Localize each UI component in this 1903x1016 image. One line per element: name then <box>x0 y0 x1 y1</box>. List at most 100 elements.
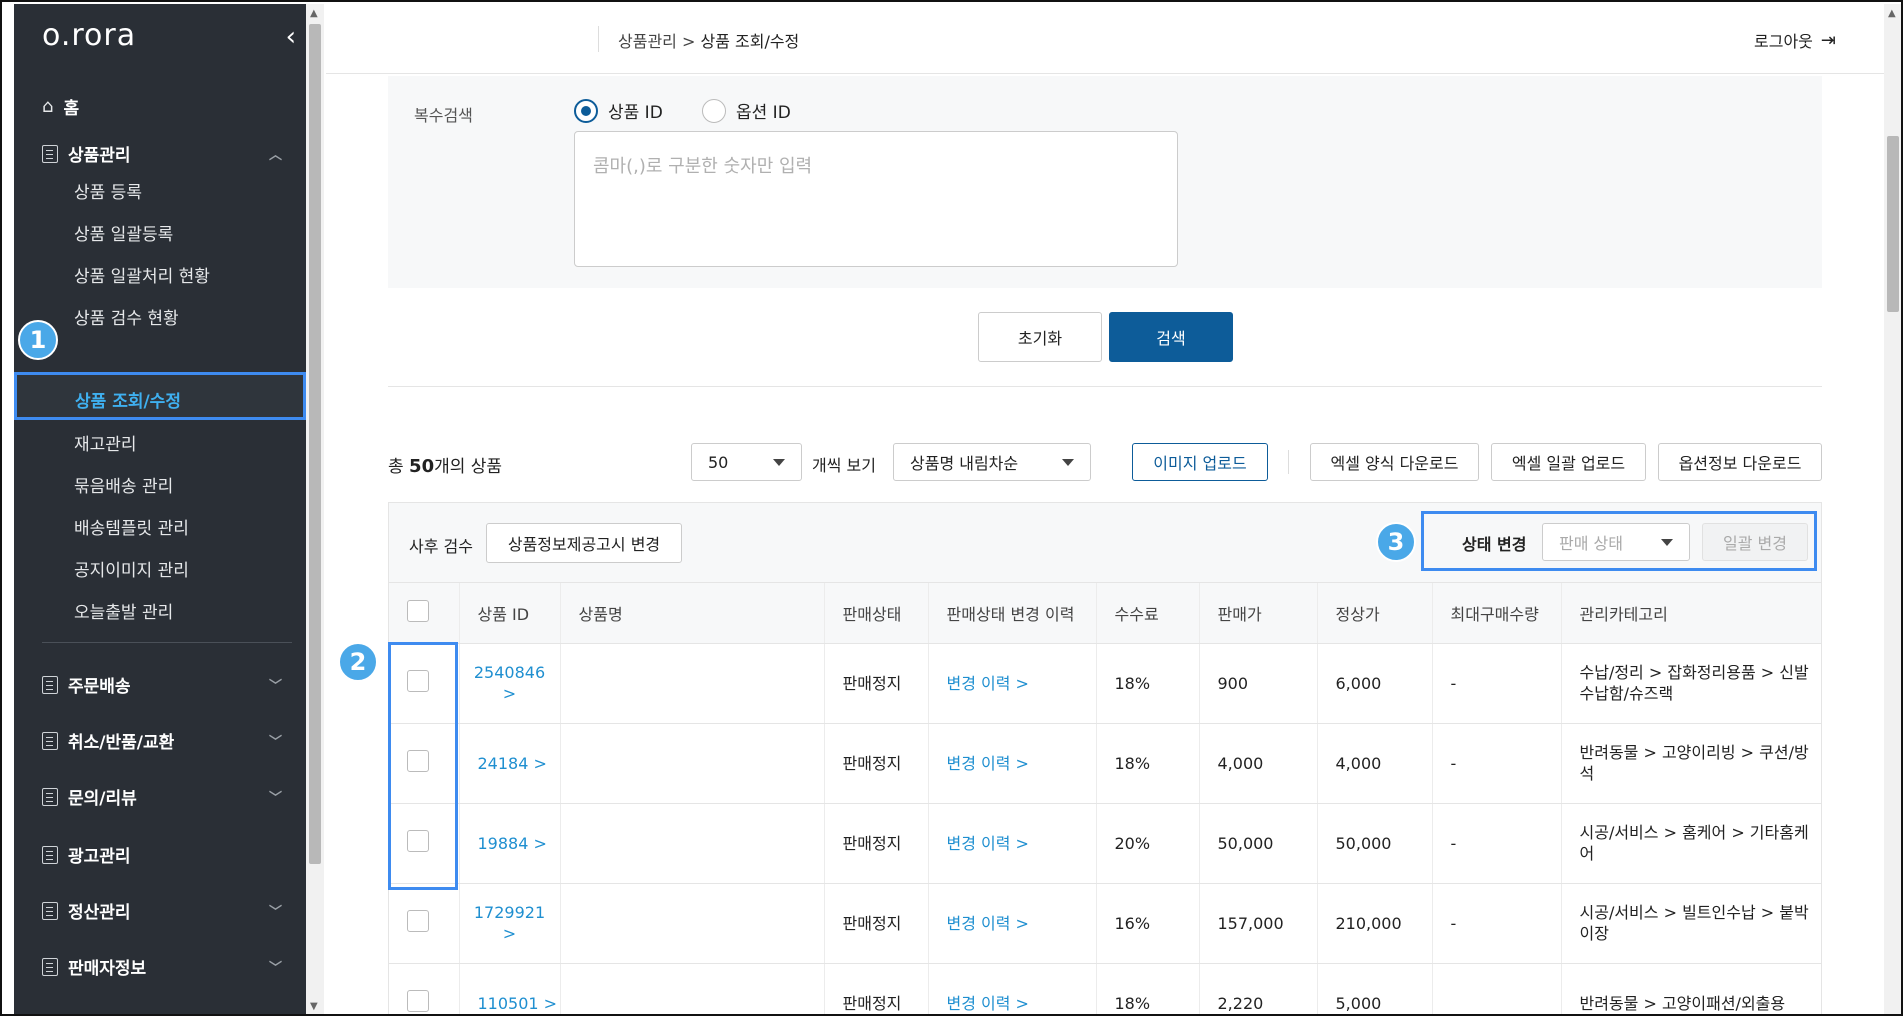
list-price-cell: 210,000 <box>1317 883 1433 964</box>
row-checkbox[interactable] <box>407 909 429 932</box>
sub-item-bulk-register[interactable]: 상품 일괄등록 <box>74 220 173 245</box>
nav-product-mgmt-label: 상품관리 <box>68 146 131 166</box>
radio-unchecked-icon <box>702 98 726 123</box>
per-page-select[interactable]: 50 <box>691 443 802 481</box>
status-history-link[interactable]: 변경 이력 > <box>947 754 1029 773</box>
select-all-checkbox[interactable] <box>407 599 429 622</box>
reset-button[interactable]: 초기화 <box>978 312 1102 362</box>
product-id-link[interactable]: 24184 > <box>478 754 547 773</box>
sub-item-shipping-template[interactable]: 배송템플릿 관리 <box>74 514 189 539</box>
list-price-cell: 4,000 <box>1317 723 1433 804</box>
col-header-max-qty: 최대구매수량 <box>1432 583 1562 644</box>
row-checkbox-cell <box>389 963 460 1014</box>
total-suffix: 개의 상품 <box>434 457 503 477</box>
home-icon: ⌂ <box>42 96 54 117</box>
product-id-link[interactable]: 19884 > <box>478 834 547 853</box>
sub-item-today-ship[interactable]: 오늘출발 관리 <box>74 598 173 623</box>
col-header-product-name: 상품명 <box>560 583 825 644</box>
sidebar-scrollbar[interactable]: ▲ ▼ <box>306 4 324 1014</box>
sub-item-product-search-edit[interactable]: 상품 조회/수정 <box>14 372 306 420</box>
nav-order-shipping[interactable]: 주문배송 ﹀ <box>42 672 282 697</box>
sub-item-inventory[interactable]: 재고관리 <box>74 430 137 455</box>
product-id-chevron[interactable]: > <box>503 684 516 703</box>
caret-down-icon <box>1661 538 1673 546</box>
chevron-down-icon: ﹀ <box>268 679 282 694</box>
product-name-cell <box>560 723 825 804</box>
scroll-up-icon[interactable]: ▲ <box>1888 8 1896 19</box>
image-upload-button[interactable]: 이미지 업로드 <box>1132 443 1268 481</box>
nav-section-label: 취소/반품/교환 <box>68 733 175 753</box>
excel-form-download-button[interactable]: 엑셀 양식 다운로드 <box>1310 443 1479 481</box>
bulk-change-button[interactable]: 일괄 변경 <box>1702 523 1808 561</box>
product-id-cell: 1729921 > <box>459 883 561 964</box>
per-page-value: 50 <box>708 452 729 472</box>
toolbar-divider <box>1288 450 1289 474</box>
list-price-cell: 5,000 <box>1317 963 1433 1014</box>
breadcrumb-parent[interactable]: 상품관리 <box>618 32 677 51</box>
nav-product-mgmt[interactable]: 상품관리 ︿ <box>42 141 282 166</box>
row-checkbox[interactable] <box>407 989 429 1012</box>
sub-item-bundle-shipping[interactable]: 묶음배송 관리 <box>74 472 173 497</box>
nav-ad-mgmt[interactable]: 광고관리 <box>42 842 282 867</box>
nav-cancel-return[interactable]: 취소/반품/교환 ﹀ <box>42 728 282 753</box>
status-history-cell: 변경 이력 > <box>928 723 1097 804</box>
scroll-down-icon[interactable]: ▼ <box>310 1001 318 1012</box>
logo: o.rora <box>42 18 137 53</box>
product-name-cell <box>560 883 825 964</box>
product-id-chevron[interactable]: > <box>503 924 516 943</box>
main-scrollbar[interactable]: ▲ <box>1884 4 1901 1014</box>
status-history-link[interactable]: 변경 이력 > <box>947 674 1029 693</box>
notice-change-button[interactable]: 상품정보제공고시 변경 <box>486 523 682 563</box>
nav-home[interactable]: ⌂ 홈 <box>42 94 282 119</box>
nav-settlement[interactable]: 정산관리 ﹀ <box>42 898 282 923</box>
nav-inquiry-review[interactable]: 문의/리뷰 ﹀ <box>42 784 282 809</box>
category-cell: 시공/서비스 > 홈케어 > 기타홈케어 <box>1561 803 1821 884</box>
price-cell: 4,000 <box>1199 723 1318 804</box>
sidebar-divider <box>42 642 292 643</box>
multi-search-label: 복수검색 <box>414 106 473 125</box>
multi-id-input[interactable] <box>574 131 1178 267</box>
app-window: o.rora ‹ ⌂ 홈 상품관리 ︿ 상품 등록 상품 일괄등록 상품 일괄처… <box>0 0 1903 1016</box>
status-history-cell: 변경 이력 > <box>928 963 1097 1014</box>
nav-section-label: 정산관리 <box>68 903 131 923</box>
logout-button[interactable]: 로그아웃 ⇥ <box>1754 28 1836 52</box>
sidebar-scroll-thumb[interactable] <box>309 24 321 864</box>
sub-item-review-status[interactable]: 상품 검수 현황 <box>74 304 179 329</box>
radio-product-id[interactable]: 상품 ID <box>574 98 663 123</box>
sale-status-cell: 판매정지 <box>824 883 929 964</box>
product-id-cell: 19884 > <box>459 803 561 884</box>
table-row: 24184 > 판매정지 변경 이력 > 18% 4,000 4,000 - 반… <box>389 723 1821 804</box>
sub-item-notice-image[interactable]: 공지이미지 관리 <box>74 556 189 581</box>
breadcrumb-divider <box>598 26 599 52</box>
search-button[interactable]: 검색 <box>1109 312 1233 362</box>
sub-item-bulk-status[interactable]: 상품 일괄처리 현황 <box>74 262 210 287</box>
document-icon <box>42 787 58 806</box>
sort-select[interactable]: 상품명 내림차순 <box>893 443 1091 481</box>
status-change-label: 상태 변경 <box>1462 535 1527 554</box>
chevron-down-icon: ﹀ <box>268 791 282 806</box>
collapse-sidebar-icon[interactable]: ‹ <box>286 22 296 52</box>
table-row: 19884 > 판매정지 변경 이력 > 20% 50,000 50,000 -… <box>389 803 1821 884</box>
scroll-up-icon[interactable]: ▲ <box>310 8 318 19</box>
excel-bulk-upload-button[interactable]: 엑셀 일괄 업로드 <box>1491 443 1646 481</box>
document-icon <box>42 731 58 750</box>
sale-status-select[interactable]: 판매 상태 <box>1542 523 1690 561</box>
product-id-link[interactable]: 2540846 <box>474 663 545 682</box>
main-scroll-thumb[interactable] <box>1887 136 1899 312</box>
category-cell: 반려동물 > 고양이리빙 > 쿠션/방석 <box>1561 723 1821 804</box>
radio-option-id[interactable]: 옵션 ID <box>702 98 791 123</box>
sub-item-product-register[interactable]: 상품 등록 <box>74 178 142 203</box>
status-history-link[interactable]: 변경 이력 > <box>947 994 1029 1013</box>
product-id-link[interactable]: 1729921 <box>474 903 545 922</box>
nav-seller-info[interactable]: 판매자정보 ﹀ <box>42 954 282 979</box>
product-id-link[interactable]: 110501 > <box>478 994 558 1013</box>
product-id-cell: 24184 > <box>459 723 561 804</box>
status-history-link[interactable]: 변경 이력 > <box>947 834 1029 853</box>
col-header-price: 판매가 <box>1199 583 1318 644</box>
status-history-link[interactable]: 변경 이력 > <box>947 914 1029 933</box>
product-table-panel: 사후 검수 상품정보제공고시 변경 상태 변경 판매 상태 일괄 변경 상품 I… <box>388 502 1822 1014</box>
status-change-group: 상태 변경 판매 상태 일괄 변경 <box>1421 511 1817 571</box>
option-info-download-button[interactable]: 옵션정보 다운로드 <box>1658 443 1822 481</box>
list-price-cell: 6,000 <box>1317 643 1433 724</box>
radio-product-id-label: 상품 ID <box>608 103 663 123</box>
